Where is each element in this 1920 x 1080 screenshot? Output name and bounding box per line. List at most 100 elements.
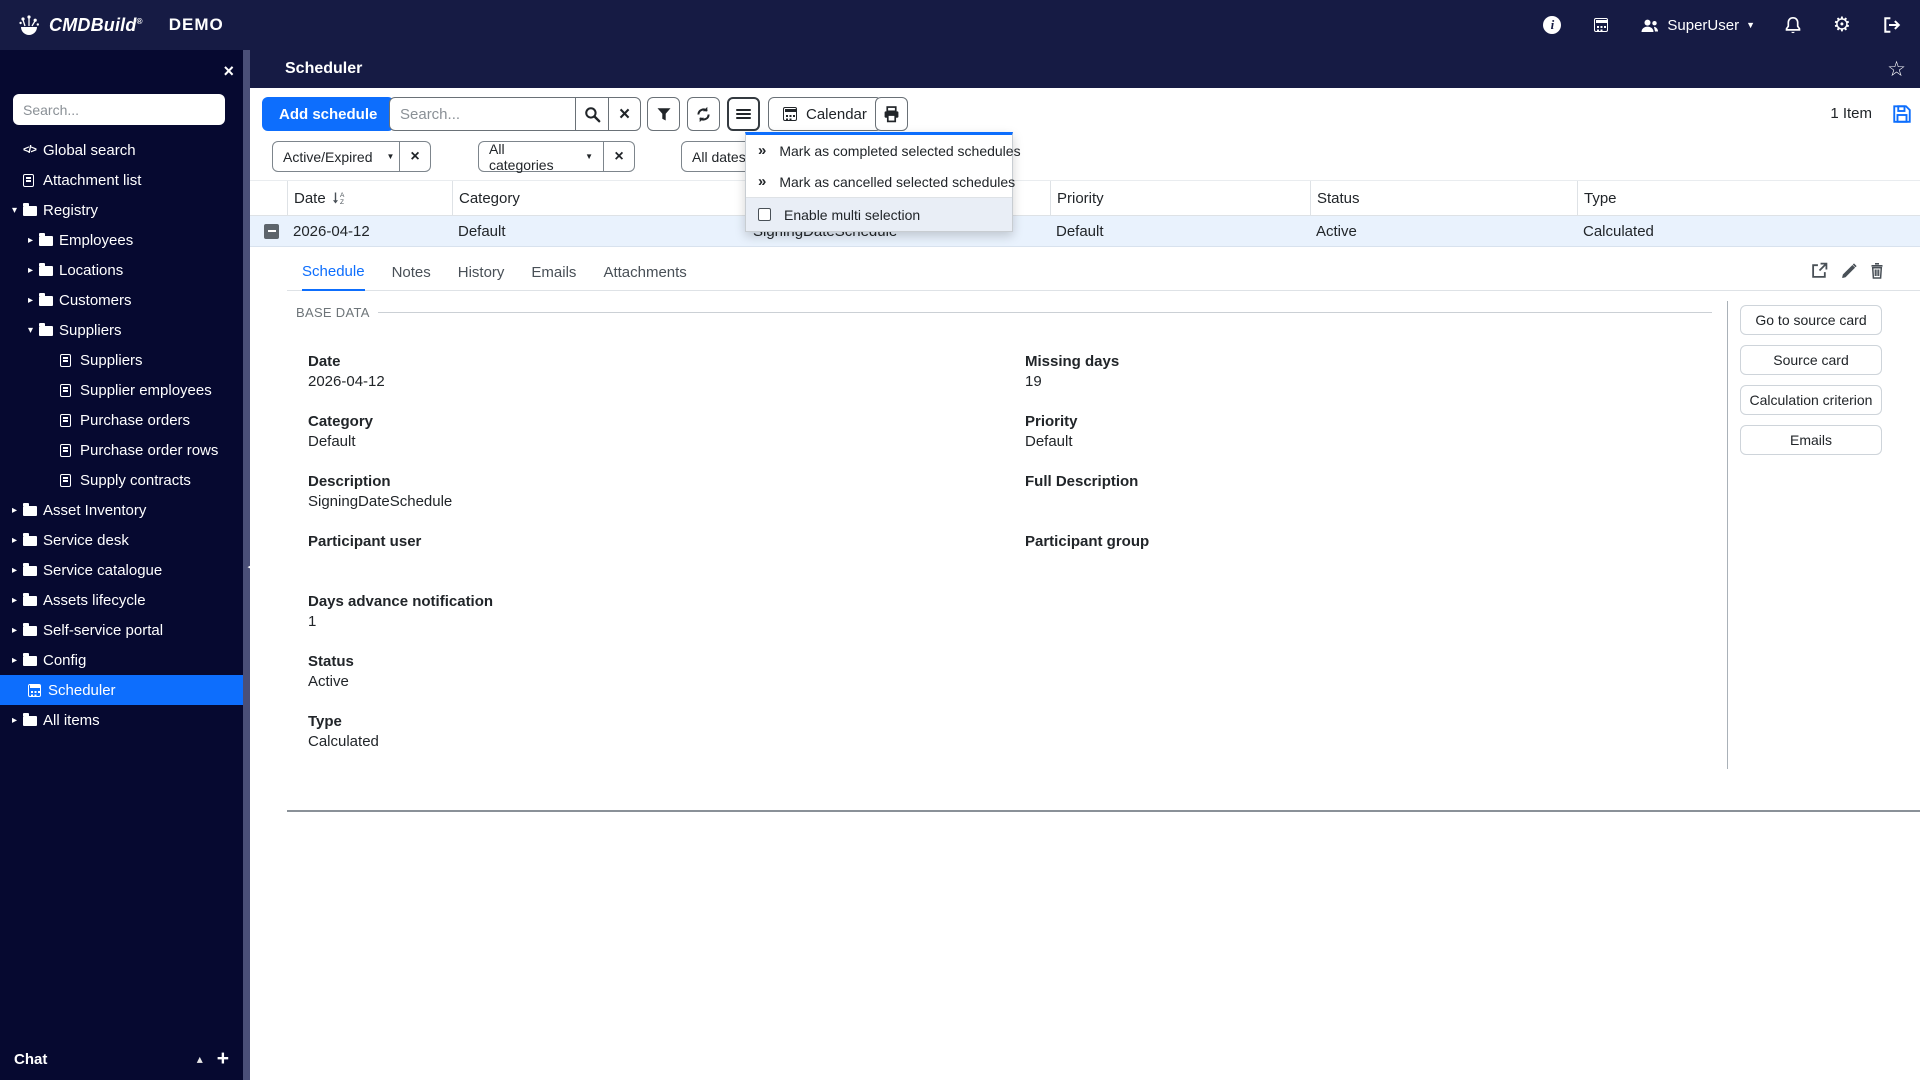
- tab-schedule[interactable]: Schedule: [302, 255, 365, 291]
- sidebar-item-purchase-orders[interactable]: Purchase orders: [0, 405, 243, 435]
- close-icon: ×: [618, 103, 631, 125]
- tab-emails[interactable]: Emails: [531, 255, 576, 291]
- tab-history[interactable]: History: [458, 255, 505, 291]
- calendar-icon: [783, 107, 797, 121]
- sidebar-item-supply-contracts[interactable]: Supply contracts: [0, 465, 243, 495]
- caret-right-icon[interactable]: [12, 625, 23, 636]
- menu-item-mark-completed[interactable]: » Mark as completed selected schedules: [746, 135, 1021, 166]
- sidebar-item-suppliers-class[interactable]: Suppliers: [0, 345, 243, 375]
- tab-attachments[interactable]: Attachments: [603, 255, 686, 291]
- chat-label: Chat: [14, 1050, 48, 1068]
- sidebar-item-service-desk[interactable]: Service desk: [0, 525, 243, 555]
- save-view-button[interactable]: [1892, 104, 1912, 124]
- menu-item-enable-multi-selection[interactable]: Enable multi selection: [746, 198, 1012, 231]
- go-to-source-card-button[interactable]: Go to source card: [1740, 305, 1882, 335]
- caret-right-icon[interactable]: [12, 595, 23, 606]
- gear-icon[interactable]: ⚙: [1831, 14, 1853, 36]
- sidebar-item-asset-inventory[interactable]: Asset Inventory: [0, 495, 243, 525]
- sidebar-item-all-items[interactable]: All items: [0, 705, 243, 735]
- sidebar-search-input[interactable]: [13, 94, 225, 125]
- sidebar-item-service-catalogue[interactable]: Service catalogue: [0, 555, 243, 585]
- clear-search-button[interactable]: ×: [608, 97, 641, 131]
- add-schedule-button[interactable]: Add schedule: [262, 97, 395, 131]
- sidebar-item-self-service-portal[interactable]: Self-service portal: [0, 615, 243, 645]
- caret-right-icon[interactable]: [12, 715, 23, 726]
- refresh-icon: [697, 106, 710, 122]
- menu-item-mark-cancelled[interactable]: » Mark as cancelled selected schedules: [746, 166, 1015, 197]
- folder-icon: [23, 593, 37, 606]
- user-menu[interactable]: SuperUser ▼: [1639, 17, 1755, 34]
- sidebar-item-assets-lifecycle[interactable]: Assets lifecycle: [0, 585, 243, 615]
- chat-bar: Chat ▴ +: [14, 1047, 229, 1070]
- sidebar-close-icon[interactable]: ×: [223, 62, 234, 80]
- detail-bottom-border: [287, 810, 1920, 812]
- open-in-new-icon[interactable]: [1811, 262, 1828, 279]
- column-header-category[interactable]: Category: [452, 181, 747, 215]
- caret-right-icon[interactable]: [12, 535, 23, 546]
- actions-menu-button[interactable]: [727, 97, 760, 131]
- hamburger-icon: [736, 108, 751, 120]
- column-header-type[interactable]: Type: [1577, 181, 1920, 215]
- filter-button[interactable]: [647, 97, 680, 131]
- sidebar-item-purchase-order-rows[interactable]: Purchase order rows: [0, 435, 243, 465]
- emails-button[interactable]: Emails: [1740, 425, 1882, 455]
- favorite-star-icon[interactable]: ☆: [1887, 59, 1906, 80]
- tab-notes[interactable]: Notes: [392, 255, 431, 291]
- sidebar-item-supplier-employees[interactable]: Supplier employees: [0, 375, 243, 405]
- checkbox-icon[interactable]: [758, 208, 771, 221]
- notifications-bell-icon[interactable]: [1782, 14, 1804, 36]
- caret-down-icon[interactable]: [12, 205, 23, 216]
- caret-down-icon[interactable]: [28, 325, 39, 336]
- calendar-icon[interactable]: [1590, 14, 1612, 36]
- caret-right-icon[interactable]: [12, 655, 23, 666]
- chat-collapse-icon[interactable]: ▴: [197, 1052, 203, 1066]
- search-button[interactable]: [575, 97, 608, 131]
- delete-trash-icon[interactable]: [1869, 262, 1885, 279]
- folder-icon: [39, 323, 53, 336]
- column-header-status[interactable]: Status: [1310, 181, 1577, 215]
- edit-pencil-icon[interactable]: [1840, 262, 1857, 279]
- caret-right-icon[interactable]: [28, 295, 39, 306]
- calculation-criterion-button[interactable]: Calculation criterion: [1740, 385, 1882, 415]
- caret-right-icon[interactable]: [12, 505, 23, 516]
- status-filter-select[interactable]: Active/Expired ▼: [272, 141, 400, 172]
- caret-right-icon[interactable]: [12, 565, 23, 576]
- sidebar-item-scheduler[interactable]: Scheduler: [0, 675, 250, 705]
- clear-category-filter-button[interactable]: ×: [604, 141, 635, 172]
- caret-right-icon[interactable]: [28, 235, 39, 246]
- clear-status-filter-button[interactable]: ×: [400, 141, 431, 172]
- sidebar-item-config[interactable]: Config: [0, 645, 243, 675]
- sidebar-resizer[interactable]: ◂: [243, 50, 253, 1080]
- column-header-priority[interactable]: Priority: [1050, 181, 1310, 215]
- info-icon[interactable]: i: [1541, 14, 1563, 36]
- toolbar: Add schedule ×: [250, 97, 1920, 131]
- cmdbuild-logo[interactable]: CMDBuild®: [16, 13, 143, 37]
- section-title: BASE DATA: [296, 305, 370, 320]
- sidebar-item-registry[interactable]: Registry: [0, 195, 243, 225]
- table-row[interactable]: 2026-04-12 Default SigningDateSchedule D…: [250, 216, 1920, 247]
- sidebar-item-global-search[interactable]: </> Global search: [0, 135, 243, 165]
- sidebar-collapse-handle[interactable]: ◂: [247, 562, 253, 573]
- source-card-button[interactable]: Source card: [1740, 345, 1882, 375]
- sidebar-item-suppliers[interactable]: Suppliers: [0, 315, 243, 345]
- calendar-icon: [28, 683, 41, 697]
- column-header-date[interactable]: Date A Z: [287, 181, 452, 215]
- close-icon: ×: [614, 147, 624, 165]
- sidebar-item-locations[interactable]: Locations: [0, 255, 243, 285]
- print-button[interactable]: [875, 97, 908, 131]
- sidebar-item-attachment-list[interactable]: Attachment list: [0, 165, 243, 195]
- chevron-down-icon: ▼: [1746, 20, 1755, 30]
- refresh-button[interactable]: [687, 97, 720, 131]
- category-filter-select[interactable]: All categories ▼: [478, 141, 604, 173]
- cmdbuild-logo-icon: [19, 15, 39, 35]
- search-group: ×: [389, 97, 641, 131]
- collapse-row-icon[interactable]: [264, 223, 279, 239]
- logout-icon[interactable]: [1880, 14, 1902, 36]
- search-input[interactable]: [389, 97, 575, 131]
- item-count: 1 Item: [1830, 105, 1872, 122]
- sidebar-item-employees[interactable]: Employees: [0, 225, 243, 255]
- fields-right-column: Missing days 19 Priority Default Full De…: [1025, 353, 1149, 593]
- caret-right-icon[interactable]: [28, 265, 39, 276]
- calendar-view-button[interactable]: Calendar: [768, 97, 882, 131]
- sidebar-item-customers[interactable]: Customers: [0, 285, 243, 315]
